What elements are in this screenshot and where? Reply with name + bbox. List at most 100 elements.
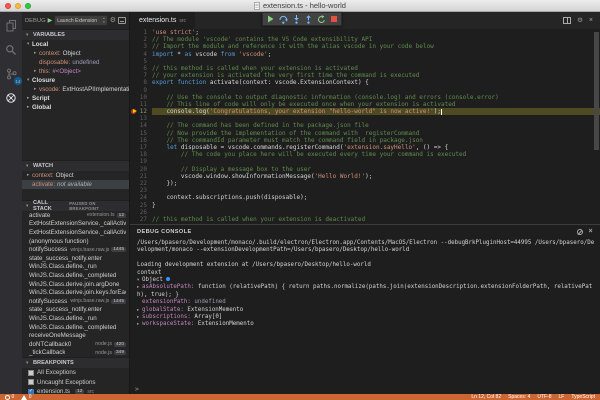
- search-icon[interactable]: [2, 41, 20, 59]
- launch-config-dropdown[interactable]: Launch Extension ▴▾: [54, 15, 107, 25]
- zoom-window-icon[interactable]: [25, 3, 31, 9]
- code-line[interactable]: 14 // The command has been defined in th…: [130, 122, 600, 129]
- line-number[interactable]: 5: [139, 58, 152, 65]
- variable-row[interactable]: disposable:undefined: [22, 58, 129, 67]
- console-property[interactable]: extensionPath: undefined: [137, 299, 595, 306]
- minimize-window-icon[interactable]: [15, 3, 21, 9]
- restart-icon[interactable]: [317, 15, 326, 24]
- status-item[interactable]: Spaces: 4: [508, 394, 530, 400]
- code-line[interactable]: 6// this method is called when your exte…: [130, 65, 600, 72]
- console-property[interactable]: ▸globalState: ExtensionMemento: [137, 307, 595, 314]
- code-line[interactable]: 19: [130, 158, 600, 165]
- breakpoint-row[interactable]: Uncaught Exceptions: [22, 378, 129, 388]
- line-number[interactable]: 24: [139, 194, 152, 201]
- stack-frame[interactable]: ExtHostExtensionService._callActivate: [22, 228, 129, 237]
- line-number[interactable]: 27: [139, 216, 152, 223]
- code-line[interactable]: 1'use strict';: [130, 29, 600, 36]
- step-out-icon[interactable]: [305, 15, 312, 24]
- line-number[interactable]: 13: [139, 115, 152, 122]
- line-number[interactable]: 11: [139, 101, 152, 108]
- variable-row[interactable]: ▸context:Object: [22, 171, 129, 180]
- step-into-icon[interactable]: [293, 15, 300, 24]
- start-debug-icon[interactable]: ▶: [48, 17, 53, 24]
- code-line[interactable]: 13: [130, 115, 600, 122]
- git-icon[interactable]: 14: [2, 65, 20, 83]
- breakpoint-checkbox[interactable]: [28, 370, 34, 376]
- stack-frame[interactable]: WinJS.Class.define._run: [22, 314, 129, 323]
- variable-row[interactable]: ▸context:Object: [22, 49, 129, 58]
- code-line[interactable]: 23: [130, 187, 600, 194]
- stack-frame[interactable]: state_success_notify.enter: [22, 306, 129, 315]
- close-window-icon[interactable]: [5, 3, 11, 9]
- status-item[interactable]: Ln 12, Col 82: [471, 394, 501, 400]
- breakpoint-row[interactable]: All Exceptions: [22, 368, 129, 378]
- line-number[interactable]: 6: [139, 65, 152, 72]
- code-line[interactable]: 18 // The code you place here will be ex…: [130, 151, 600, 158]
- stack-frame[interactable]: WinJS.Class.derive.join.argDone: [22, 280, 129, 289]
- variable-row[interactable]: activate:not available: [22, 180, 129, 189]
- status-item[interactable]: TypeScript: [571, 394, 595, 400]
- code-line[interactable]: 15 // Now provide the implementation of …: [130, 130, 600, 137]
- line-number[interactable]: 7: [139, 72, 152, 79]
- variable-row[interactable]: ▸this:#<Object>: [22, 67, 129, 76]
- line-number[interactable]: 21: [139, 173, 152, 180]
- line-number[interactable]: 15: [139, 130, 152, 137]
- console-property[interactable]: ▸workspaceState: ExtensionMemento: [137, 321, 595, 328]
- stack-frame[interactable]: notifySuccesswinjs.base.raw.js1445: [22, 297, 129, 306]
- code-line[interactable]: 10 // Use the console to output diagnost…: [130, 94, 600, 101]
- code-line[interactable]: 16 // The commandId parameter must match…: [130, 137, 600, 144]
- close-panel-icon[interactable]: ×: [589, 228, 594, 235]
- line-number[interactable]: 17: [139, 144, 152, 151]
- line-number[interactable]: 22: [139, 180, 152, 187]
- line-number[interactable]: 23: [139, 187, 152, 194]
- stack-frame[interactable]: _tickCallbacknode.js349: [22, 349, 129, 358]
- line-number[interactable]: 3: [139, 43, 152, 50]
- stop-icon[interactable]: [331, 16, 337, 22]
- breakpoint-row[interactable]: ✓extension.ts12src: [22, 387, 129, 394]
- code-line[interactable]: 25}: [130, 202, 600, 209]
- console-property[interactable]: ▸subscriptions: Array[0]: [137, 314, 595, 321]
- breakpoint-checkbox[interactable]: [28, 379, 34, 385]
- line-number[interactable]: 14: [139, 122, 152, 129]
- configure-gear-icon[interactable]: ⚙: [110, 17, 116, 24]
- code-line[interactable]: 27// this method is called when your ext…: [130, 216, 600, 223]
- line-number[interactable]: 10: [139, 94, 152, 101]
- code-line[interactable]: 22 });: [130, 180, 600, 187]
- code-line[interactable]: 3// Import the module and reference it w…: [130, 43, 600, 50]
- stack-frame[interactable]: (anonymous function): [22, 237, 129, 246]
- line-number[interactable]: 4: [139, 51, 152, 58]
- warning-count[interactable]: 0: [21, 394, 31, 400]
- code-line[interactable]: 7// your extension is activated the very…: [130, 72, 600, 79]
- editor-actions-gear-icon[interactable]: ⚙: [577, 17, 583, 24]
- scope-row[interactable]: ▾Local: [22, 40, 129, 49]
- line-number[interactable]: 12: [139, 108, 152, 115]
- step-over-icon[interactable]: [279, 15, 288, 24]
- stack-frame[interactable]: WinJS.Class.define._run: [22, 263, 129, 272]
- split-editor-icon[interactable]: [563, 17, 571, 24]
- line-number[interactable]: 18: [139, 151, 152, 158]
- error-count[interactable]: 0: [5, 394, 14, 400]
- code-line[interactable]: 2// The module 'vscode' contains the VS …: [130, 36, 600, 43]
- line-number[interactable]: 9: [139, 87, 152, 94]
- debug-icon[interactable]: [2, 89, 20, 107]
- code-line[interactable]: 20 // Display a message box to the user: [130, 166, 600, 173]
- open-console-icon[interactable]: [118, 17, 126, 24]
- stack-frame[interactable]: ExtHostExtensionService._callActivateOpt…: [22, 220, 129, 229]
- stack-frame[interactable]: receiveOneMessage: [22, 331, 129, 340]
- stack-frame[interactable]: activateextension.ts12: [22, 211, 129, 220]
- line-number[interactable]: 26: [139, 209, 152, 216]
- breakpoints-section-header[interactable]: ▾ BREAKPOINTS: [22, 357, 129, 368]
- continue-icon[interactable]: [267, 15, 274, 23]
- explorer-icon[interactable]: [2, 17, 20, 35]
- repl-input[interactable]: >: [130, 384, 600, 394]
- line-number[interactable]: 16: [139, 137, 152, 144]
- variable-row[interactable]: ▸vscode:ExtHostAPIImplementation: [22, 85, 129, 94]
- code-line[interactable]: 26: [130, 209, 600, 216]
- line-number[interactable]: 20: [139, 166, 152, 173]
- tab-extension-ts[interactable]: extension.ts src: [130, 12, 195, 29]
- code-line[interactable]: 4import * as vscode from 'vscode';: [130, 51, 600, 58]
- stack-frame[interactable]: WinJS.Class.define._completed: [22, 323, 129, 332]
- code-editor[interactable]: 1'use strict';2// The module 'vscode' co…: [130, 29, 600, 224]
- code-line[interactable]: 11 // This line of code will only be exe…: [130, 101, 600, 108]
- stack-frame[interactable]: notifySuccesswinjs.base.raw.js1445: [22, 245, 129, 254]
